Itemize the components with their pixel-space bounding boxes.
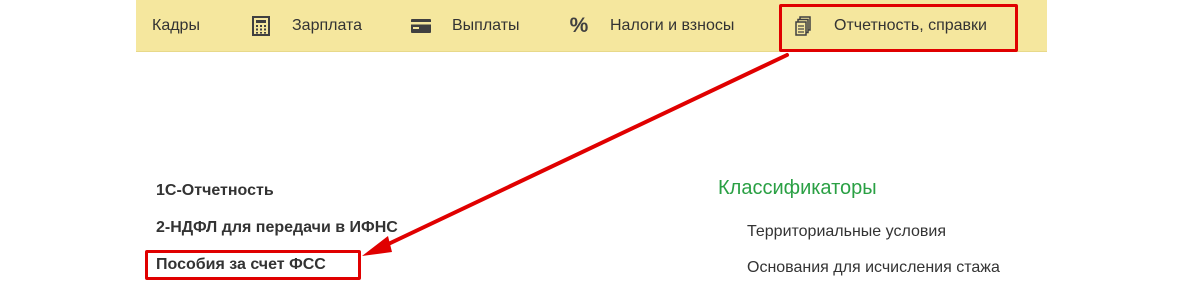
calculator-icon [250, 15, 272, 37]
link-1c-otchetnost[interactable]: 1С-Отчетность [156, 182, 274, 200]
nav-item-label: Зарплата [292, 16, 363, 34]
nav-item-label: Отчетность, справки [834, 16, 987, 34]
link-2-ndfl[interactable]: 2-НДФЛ для передачи в ИФНС [156, 219, 398, 237]
nav-item-label: Налоги и взносы [610, 16, 735, 34]
nav-item-label: Кадры [152, 16, 200, 34]
nav-item-zarplata[interactable]: Зарплата [250, 0, 362, 51]
nav-item-vyplaty[interactable]: Выплаты [410, 0, 520, 51]
nav-item-kadry[interactable]: Кадры [152, 0, 200, 51]
link-territorial-conditions[interactable]: Территориальные условия [747, 223, 946, 241]
nav-item-label: Выплаты [452, 16, 520, 34]
link-seniority-basis[interactable]: Основания для исчисления стажа [747, 259, 1000, 277]
nav-item-otchetnost[interactable]: Отчетность, справки [792, 0, 987, 51]
nav-item-nalogi[interactable]: % Налоги и взносы [568, 0, 735, 51]
top-navigation-bar: Кадры Зарплата Выплаты % Налоги и взносы… [136, 0, 1047, 52]
classifiers-section-title: Классификаторы [718, 177, 877, 199]
documents-icon [792, 15, 814, 37]
link-posobiya-fss[interactable]: Пособия за счет ФСС [156, 256, 326, 274]
percent-icon: % [569, 13, 589, 37]
wallet-icon [410, 15, 432, 37]
